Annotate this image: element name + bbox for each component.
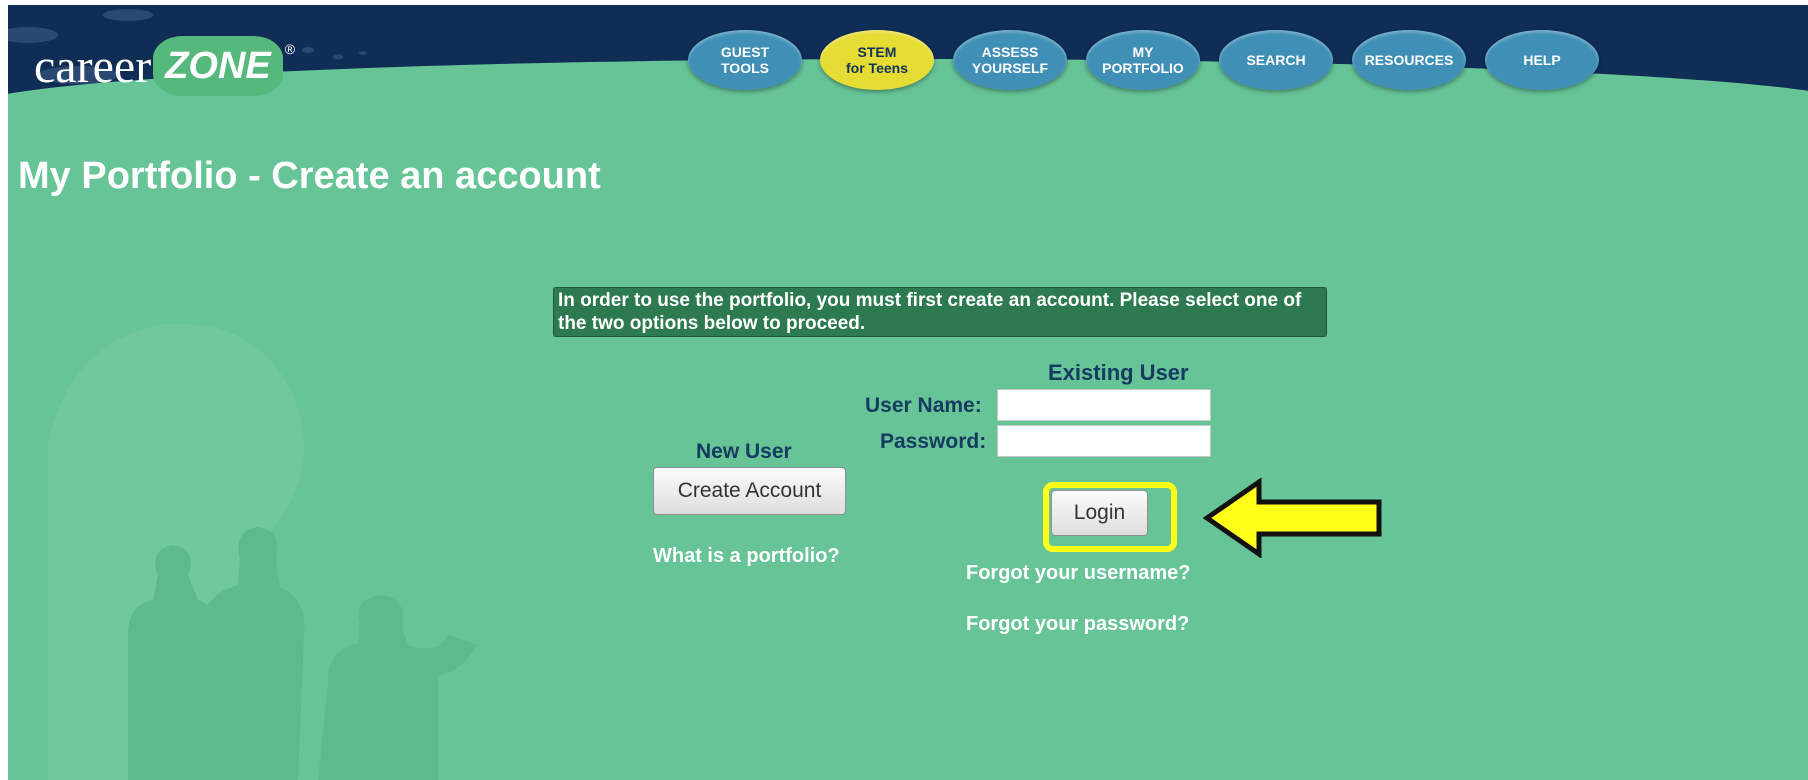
- background-silhouettes: [48, 323, 478, 780]
- logo-text: career: [34, 40, 152, 93]
- username-label: User Name:: [865, 394, 982, 417]
- create-account-button[interactable]: Create Account: [653, 467, 846, 515]
- nav-tab-stem-for-teens[interactable]: STEM for Teens: [820, 30, 934, 90]
- registered-mark: ®: [284, 41, 296, 57]
- new-user-heading: New User: [696, 440, 792, 463]
- existing-user-heading: Existing User: [1048, 360, 1189, 385]
- username-input[interactable]: [997, 389, 1211, 421]
- careerzone-logo[interactable]: career ZONE ®: [34, 19, 295, 97]
- nav-tab-assess-yourself[interactable]: ASSESS YOURSELF: [953, 30, 1067, 90]
- logo-zone-badge: ZONE: [153, 36, 283, 96]
- page-title: My Portfolio - Create an account: [18, 155, 601, 197]
- nav-tab-guest-tools[interactable]: GUEST TOOLS: [688, 30, 802, 90]
- forgot-password-link[interactable]: Forgot your password?: [966, 613, 1189, 636]
- password-label: Password:: [880, 430, 987, 453]
- password-input[interactable]: [997, 425, 1211, 457]
- forgot-username-link[interactable]: Forgot your username?: [966, 562, 1190, 585]
- what-is-portfolio-link[interactable]: What is a portfolio?: [653, 545, 840, 568]
- nav-tab-search[interactable]: SEARCH: [1219, 30, 1333, 90]
- nav-tab-help[interactable]: HELP: [1485, 30, 1599, 90]
- nav-tab-resources[interactable]: RESOURCES: [1352, 30, 1466, 90]
- page-frame: career ZONE ® GUEST TOOLS STEM for Teens A…: [8, 5, 1808, 780]
- instruction-notice: In order to use the portfolio, you must …: [553, 287, 1327, 337]
- nav-tab-my-portfolio[interactable]: MY PORTFOLIO: [1086, 30, 1200, 90]
- login-button[interactable]: Login: [1051, 490, 1148, 536]
- annotation-arrow-icon: [1203, 478, 1382, 558]
